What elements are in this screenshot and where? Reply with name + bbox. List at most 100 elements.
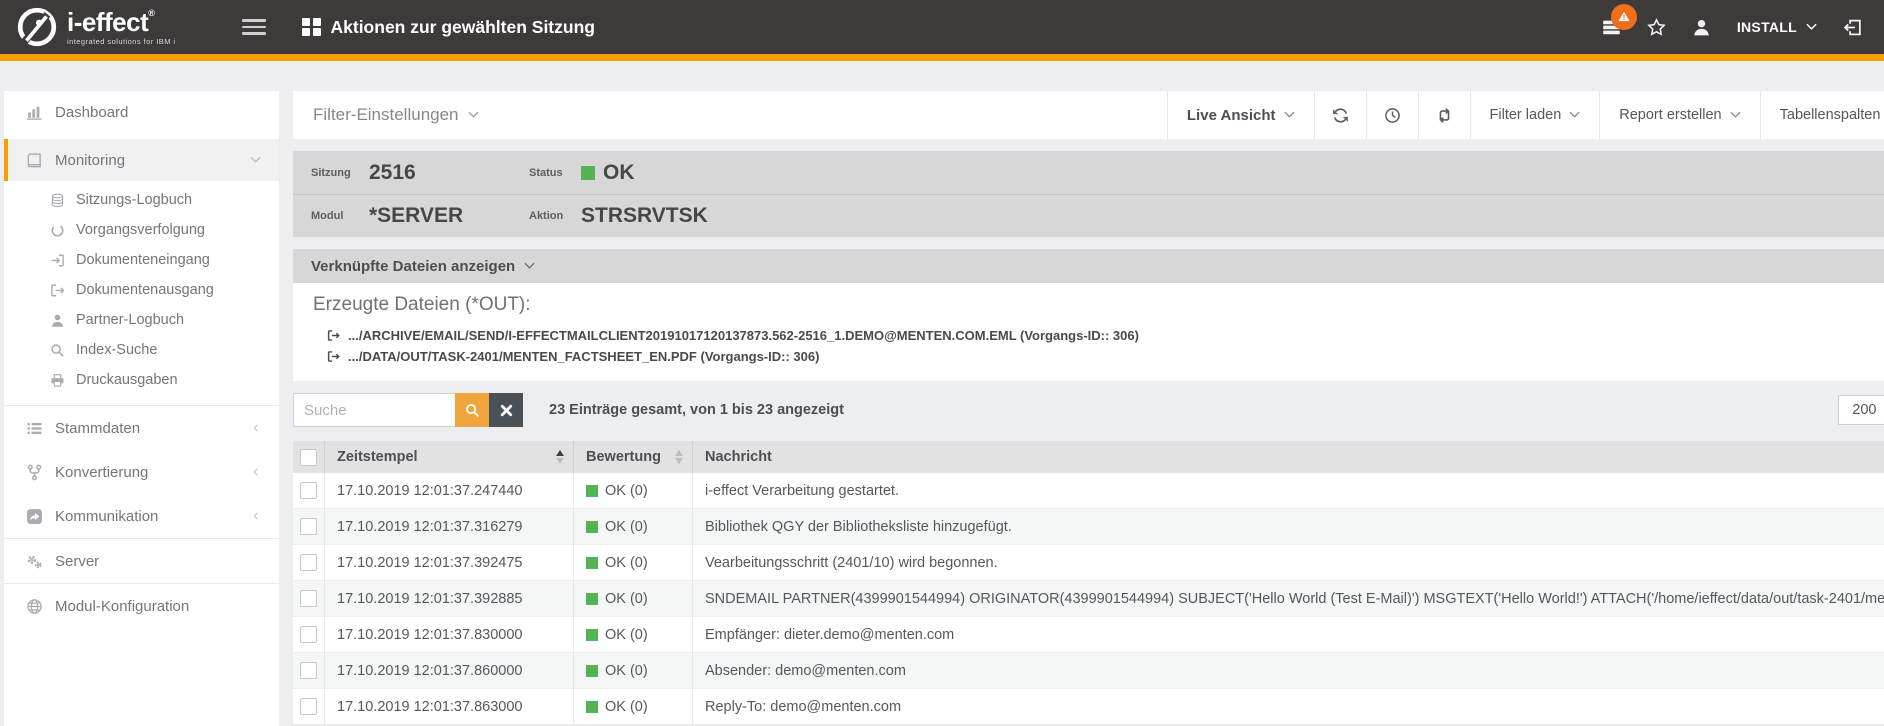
ok-green-square xyxy=(586,521,598,533)
table-row[interactable]: 17.10.2019 12:01:37.392885 OK (0) SNDEMA… xyxy=(293,581,1884,617)
sidebar-item-kommunikation[interactable]: Kommunikation xyxy=(4,494,279,538)
process-circle-icon xyxy=(50,223,65,238)
user-icon[interactable] xyxy=(1692,18,1711,37)
status-green-square xyxy=(581,166,595,180)
hamburger-menu-icon[interactable] xyxy=(242,15,266,39)
cell-message: i-effect Verarbeitung gestartet. xyxy=(693,473,1884,508)
file-link[interactable]: .../DATA/OUT/TASK-2401/MENTEN_FACTSHEET_… xyxy=(327,346,1884,367)
row-checkbox[interactable] xyxy=(300,662,317,679)
repeat-button[interactable] xyxy=(1418,91,1470,139)
table-row[interactable]: 17.10.2019 12:01:37.247440 OK (0) i-effe… xyxy=(293,473,1884,509)
sidebar: Dashboard Monitoring Sitzungs-Logbuch Vo… xyxy=(4,91,279,726)
select-all-cell xyxy=(293,441,325,473)
table-columns-dropdown[interactable]: Tabellenspalten xyxy=(1760,91,1884,139)
search-icon xyxy=(465,403,480,418)
chevron-left-icon xyxy=(250,512,261,520)
printer-icon xyxy=(50,373,65,388)
column-header-bewertung[interactable]: Bewertung xyxy=(574,441,693,473)
generated-files-panel: Erzeugte Dateien (*OUT): .../ARCHIVE/EMA… xyxy=(293,283,1884,381)
clear-search-button[interactable] xyxy=(489,393,523,427)
app-header: i-effect® integrated solutions for IBM i… xyxy=(0,0,1884,54)
ok-green-square xyxy=(586,629,598,641)
file-link[interactable]: .../ARCHIVE/EMAIL/SEND/I-EFFECTMAILCLIEN… xyxy=(327,325,1884,346)
cell-message: Bibliothek QGY der Bibliotheksliste hinz… xyxy=(693,509,1884,544)
sidebar-item-partner-logbuch[interactable]: Partner-Logbuch xyxy=(4,305,279,335)
cell-timestamp: 17.10.2019 12:01:37.392475 xyxy=(325,545,574,580)
row-checkbox[interactable] xyxy=(300,698,317,715)
filter-settings-dropdown[interactable]: Filter-Einstellungen xyxy=(293,91,479,139)
sidebar-item-vorgangsverfolgung[interactable]: Vorgangsverfolgung xyxy=(4,215,279,245)
live-view-dropdown[interactable]: Live Ansicht xyxy=(1167,91,1314,139)
row-checkbox[interactable] xyxy=(300,554,317,571)
sidebar-item-dokumentenausgang[interactable]: Dokumentenausgang xyxy=(4,275,279,305)
refresh-icon xyxy=(1332,107,1349,124)
database-icon xyxy=(50,193,65,208)
monitoring-submenu: Sitzungs-Logbuch Vorgangsverfolgung Doku… xyxy=(4,181,279,405)
sidebar-item-server[interactable]: Server xyxy=(4,539,279,583)
cell-timestamp: 17.10.2019 12:01:37.316279 xyxy=(325,509,574,544)
cell-message: Empfänger: dieter.demo@menten.com xyxy=(693,617,1884,652)
sidebar-item-monitoring[interactable]: Monitoring xyxy=(4,139,279,181)
sidebar-item-dashboard[interactable]: Dashboard xyxy=(4,91,279,133)
table-row[interactable]: 17.10.2019 12:01:37.316279 OK (0) Biblio… xyxy=(293,509,1884,545)
cell-timestamp: 17.10.2019 12:01:37.247440 xyxy=(325,473,574,508)
cell-message: Absender: demo@menten.com xyxy=(693,653,1884,688)
history-button[interactable] xyxy=(1366,91,1418,139)
sidebar-item-modul-konfiguration[interactable]: Modul-Konfiguration xyxy=(4,584,279,628)
ok-green-square xyxy=(586,593,598,605)
table-header: Zeitstempel Bewertung Nachricht xyxy=(293,441,1884,473)
gears-icon xyxy=(26,553,43,570)
cell-rating: OK (0) xyxy=(574,617,693,652)
chevron-down-icon xyxy=(1284,111,1295,119)
sort-icon xyxy=(556,450,564,464)
chevron-left-icon xyxy=(250,468,261,476)
row-checkbox[interactable] xyxy=(300,626,317,643)
refresh-button[interactable] xyxy=(1314,91,1366,139)
page-title: Aktionen zur gewählten Sitzung xyxy=(331,17,595,38)
search-button[interactable] xyxy=(455,393,489,427)
sidebar-item-konvertierung[interactable]: Konvertierung xyxy=(4,450,279,494)
column-header-nachricht[interactable]: Nachricht xyxy=(693,441,1884,473)
sidebar-item-index-suche[interactable]: Index-Suche xyxy=(4,335,279,365)
user-menu-label: INSTALL xyxy=(1737,19,1797,35)
logo-registered-mark: ® xyxy=(148,8,154,18)
status-value: OK xyxy=(581,161,635,185)
column-header-zeitstempel[interactable]: Zeitstempel xyxy=(325,441,574,473)
table-row[interactable]: 17.10.2019 12:01:37.830000 OK (0) Empfän… xyxy=(293,617,1884,653)
create-report-dropdown[interactable]: Report erstellen xyxy=(1599,91,1759,139)
ieffect-logo-icon xyxy=(16,6,58,48)
export-icon xyxy=(327,329,340,342)
page-size-select[interactable]: 200 xyxy=(1838,395,1884,425)
select-all-checkbox[interactable] xyxy=(300,449,317,466)
sidebar-item-stammdaten[interactable]: Stammdaten xyxy=(4,406,279,450)
table-row[interactable]: 17.10.2019 12:01:37.860000 OK (0) Absend… xyxy=(293,653,1884,689)
load-filter-dropdown[interactable]: Filter laden xyxy=(1470,91,1600,139)
alert-badge[interactable] xyxy=(1611,4,1637,30)
favorites-star-icon[interactable] xyxy=(1647,18,1666,37)
table-row[interactable]: 17.10.2019 12:01:37.392475 OK (0) Vearbe… xyxy=(293,545,1884,581)
row-checkbox[interactable] xyxy=(300,482,317,499)
table-row[interactable]: 17.10.2019 12:01:37.863000 OK (0) Reply-… xyxy=(293,689,1884,725)
chevron-down-icon xyxy=(468,111,479,119)
logout-icon[interactable] xyxy=(1843,18,1862,37)
logo-subtitle: integrated solutions for IBM i xyxy=(67,38,176,46)
app-logo[interactable]: i-effect® integrated solutions for IBM i xyxy=(0,6,218,48)
server-status-button[interactable] xyxy=(1602,18,1621,37)
search-row: 23 Einträge gesamt, von 1 bis 23 angezei… xyxy=(293,393,1884,427)
sidebar-item-sitzungs-logbuch[interactable]: Sitzungs-Logbuch xyxy=(4,185,279,215)
linked-files-toggle[interactable]: Verknüpfte Dateien anzeigen xyxy=(293,249,1884,283)
row-checkbox[interactable] xyxy=(300,518,317,535)
ok-green-square xyxy=(586,665,598,677)
log-table: Zeitstempel Bewertung Nachricht 17.10.20… xyxy=(293,441,1884,725)
chevron-down-icon xyxy=(1730,111,1741,119)
cell-rating: OK (0) xyxy=(574,581,693,616)
search-input[interactable] xyxy=(293,393,455,427)
sidebar-item-dokumenteneingang[interactable]: Dokumenteneingang xyxy=(4,245,279,275)
warning-icon xyxy=(1618,11,1630,22)
list-icon xyxy=(26,420,43,437)
sidebar-item-druckausgaben[interactable]: Druckausgaben xyxy=(4,365,279,395)
user-menu[interactable]: INSTALL xyxy=(1737,19,1817,35)
sort-icon xyxy=(675,450,683,464)
chevron-down-icon xyxy=(1569,111,1580,119)
row-checkbox[interactable] xyxy=(300,590,317,607)
